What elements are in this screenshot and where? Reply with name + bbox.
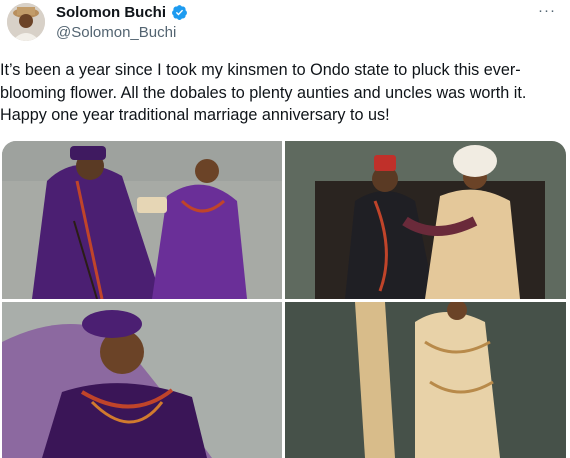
more-options-icon[interactable]: ···: [538, 2, 556, 19]
tweet-text: It’s been a year since I took my kinsmen…: [0, 61, 527, 124]
media-grid: [2, 141, 566, 458]
avatar[interactable]: [7, 3, 45, 41]
photo-couple-purple[interactable]: [2, 141, 282, 299]
photo-couple-seated[interactable]: [285, 141, 566, 299]
photo-bride-gown[interactable]: [285, 302, 566, 458]
photo-bride-veil[interactable]: [2, 302, 282, 458]
author-name[interactable]: Solomon Buchi: [56, 4, 166, 21]
author-handle[interactable]: @Solomon_Buchi: [56, 24, 176, 41]
verified-badge-icon: [172, 5, 187, 20]
avatar-photo-icon: [7, 3, 45, 41]
